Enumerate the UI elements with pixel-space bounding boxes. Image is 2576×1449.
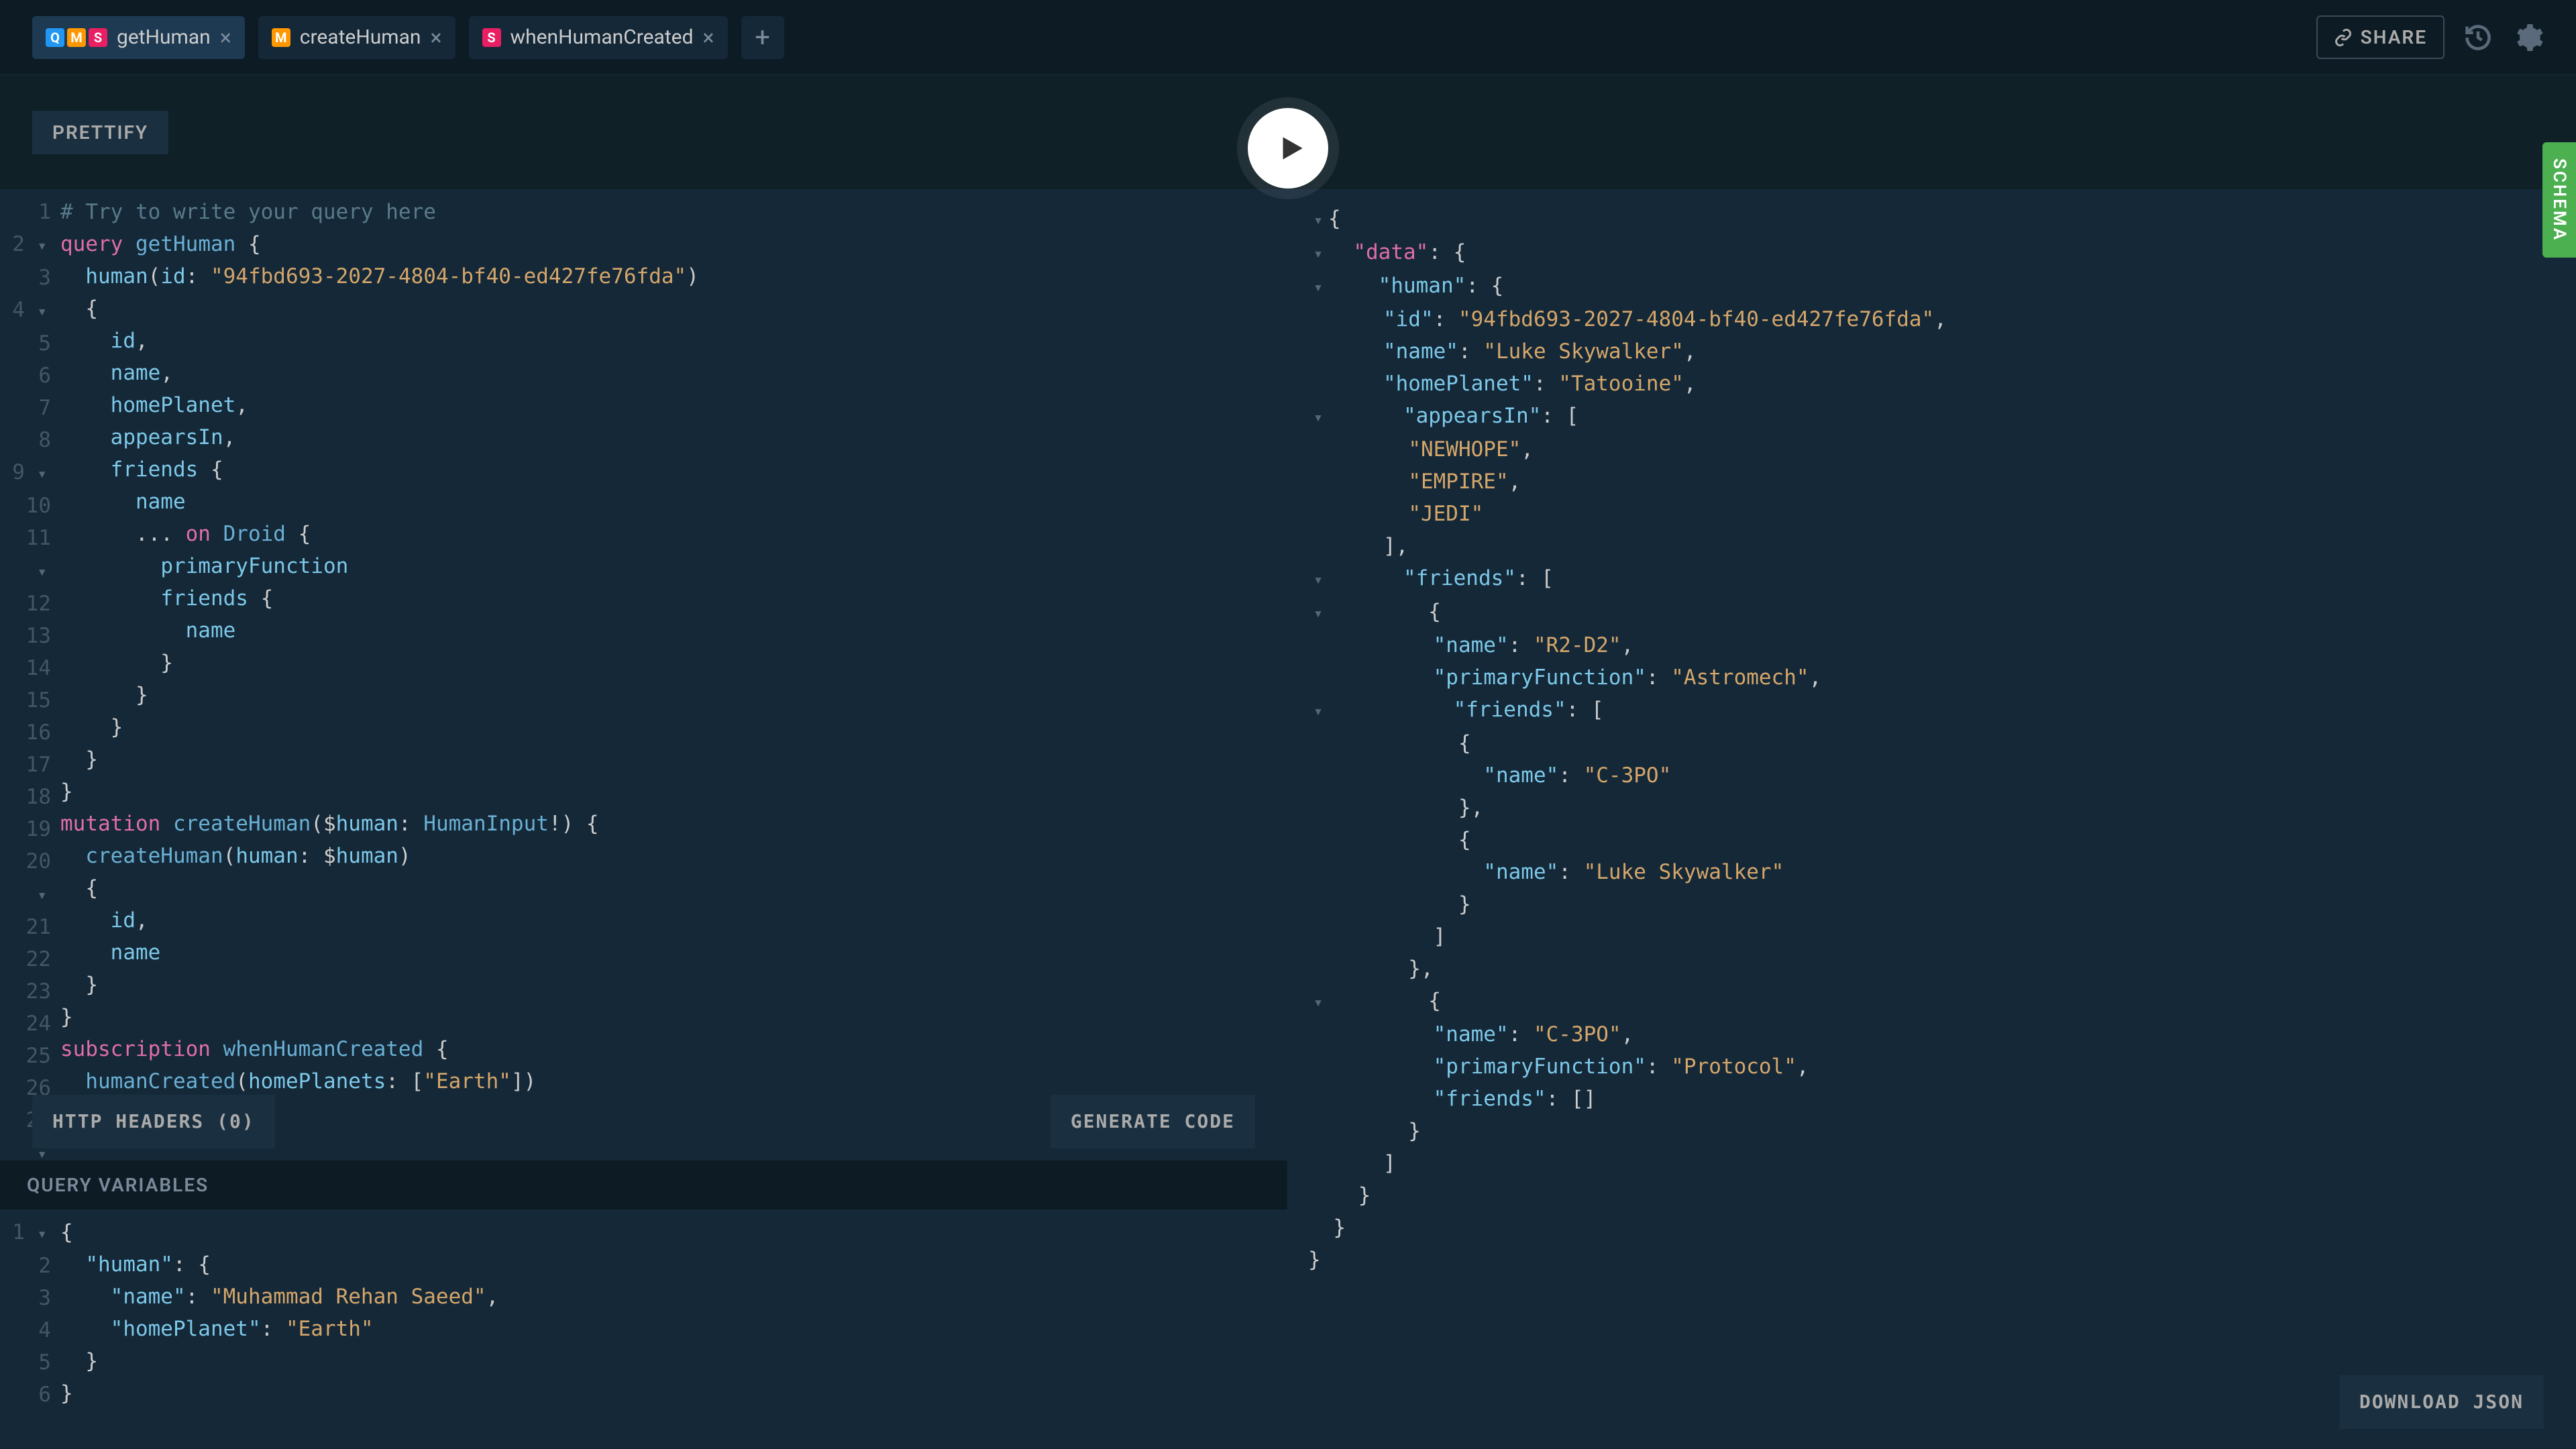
tab-createHuman[interactable]: M createHuman × — [258, 16, 455, 59]
play-button[interactable] — [1248, 108, 1328, 189]
prettify-button[interactable]: PRETTIFY — [32, 111, 168, 154]
result-pane: ▾{▾ "data": {▾ "human": { "id": "94fbd69… — [1288, 189, 2576, 1449]
tab-label: createHuman — [300, 25, 421, 49]
line-gutter: 12 ▾34 ▾56789 ▾1011 ▾121314151617181920 … — [0, 189, 60, 1161]
query-code[interactable]: # Try to write your query herequery getH… — [60, 189, 1287, 1161]
line-gutter: 1 ▾23456 — [0, 1210, 60, 1449]
generate-code-button[interactable]: GENERATE CODE — [1051, 1095, 1255, 1148]
variables-editor[interactable]: 1 ▾23456 { "human": { "name": "Muhammad … — [0, 1210, 1287, 1449]
play-icon — [1275, 131, 1308, 165]
tab-badges: S — [482, 28, 501, 47]
download-json-button[interactable]: DOWNLOAD JSON — [2339, 1375, 2544, 1429]
toolbar-row: PRETTIFY — [0, 75, 2576, 189]
tabs: Q M S getHuman × M createHuman × S whenH… — [32, 16, 784, 59]
mutation-badge: M — [272, 28, 290, 47]
subscription-badge: S — [482, 28, 501, 47]
share-label: SHARE — [2361, 26, 2427, 48]
main: 12 ▾34 ▾56789 ▾1011 ▾121314151617181920 … — [0, 189, 2576, 1449]
top-right: SHARE — [2316, 15, 2544, 59]
mutation-badge: M — [67, 28, 86, 47]
close-icon[interactable]: × — [703, 25, 714, 50]
query-pane: 12 ▾34 ▾56789 ▾1011 ▾121314151617181920 … — [0, 189, 1288, 1449]
variables-code[interactable]: { "human": { "name": "Muhammad Rehan Sae… — [60, 1210, 1287, 1449]
settings-icon[interactable] — [2512, 21, 2544, 54]
variables-header[interactable]: QUERY VARIABLES — [0, 1161, 1287, 1210]
result-json[interactable]: ▾{▾ "data": {▾ "human": { "id": "94fbd69… — [1308, 203, 2556, 1276]
link-icon — [2334, 28, 2353, 47]
close-icon[interactable]: × — [220, 25, 231, 50]
query-badge: Q — [46, 28, 64, 47]
close-icon[interactable]: × — [430, 25, 441, 50]
variables-panel: QUERY VARIABLES 1 ▾23456 { "human": { "n… — [0, 1161, 1287, 1449]
tab-getHuman[interactable]: Q M S getHuman × — [32, 16, 245, 59]
tab-badges: M — [272, 28, 290, 47]
tab-badges: Q M S — [46, 28, 107, 47]
add-tab-button[interactable]: + — [741, 16, 784, 59]
query-editor[interactable]: 12 ▾34 ▾56789 ▾1011 ▾121314151617181920 … — [0, 189, 1287, 1161]
tab-whenHumanCreated[interactable]: S whenHumanCreated × — [469, 16, 728, 59]
tab-label: whenHumanCreated — [511, 25, 694, 49]
subscription-badge: S — [89, 28, 107, 47]
http-headers-button[interactable]: HTTP HEADERS (0) — [32, 1095, 275, 1148]
history-icon[interactable] — [2462, 21, 2494, 54]
tab-label: getHuman — [117, 25, 211, 49]
schema-tab[interactable]: SCHEMA — [2542, 142, 2576, 258]
top-bar: Q M S getHuman × M createHuman × S whenH… — [0, 0, 2576, 75]
share-button[interactable]: SHARE — [2316, 15, 2445, 59]
